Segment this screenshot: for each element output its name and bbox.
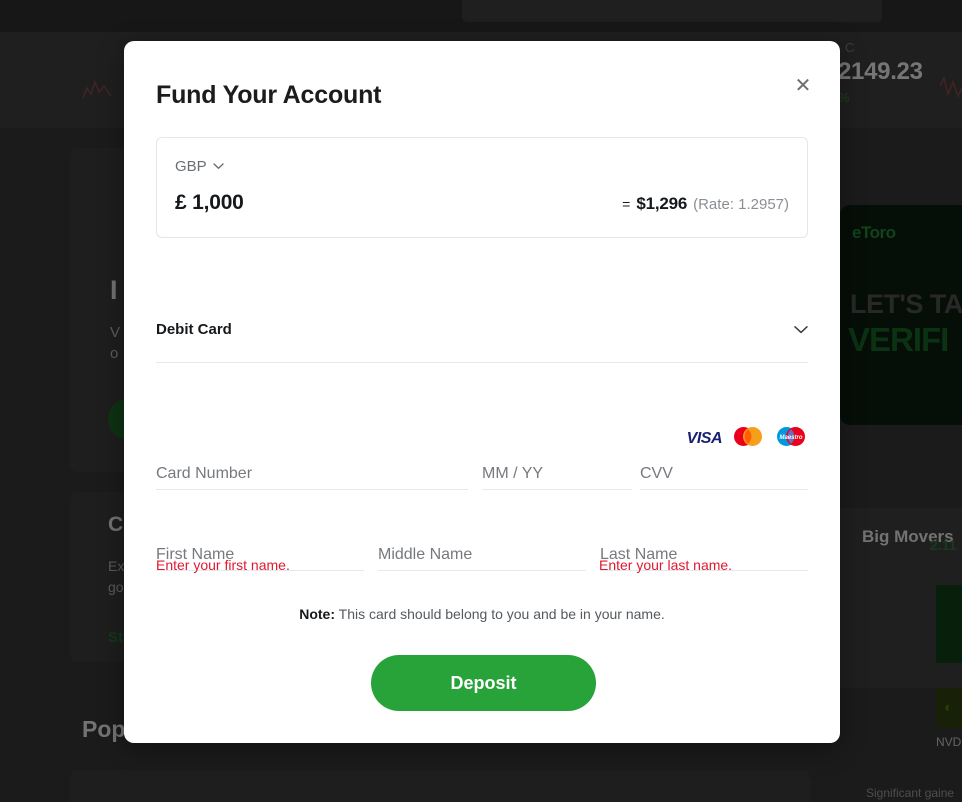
mastercard-icon <box>731 426 765 452</box>
card-number-field[interactable] <box>156 465 468 490</box>
first-name-error: Enter your first name. <box>156 557 290 573</box>
note-text: This card should belong to you and be in… <box>338 606 665 622</box>
equals-sign: = <box>622 196 631 212</box>
last-name-error: Enter your last name. <box>599 557 733 573</box>
conversion-group: = $1,296 (Rate: 1.2957) <box>622 194 789 214</box>
card-ownership-note: Note: This card should belong to you and… <box>124 606 840 622</box>
middle-name-field[interactable] <box>378 546 586 571</box>
modal-title: Fund Your Account <box>156 81 382 109</box>
currency-selector[interactable]: GBP <box>175 157 224 175</box>
deposit-button[interactable]: Deposit <box>371 655 596 711</box>
note-label: Note: <box>299 606 336 622</box>
amount-panel: GBP £ 1,000 = $1,296 (Rate: 1.2957) <box>156 137 808 238</box>
maestro-icon: Maestro <box>774 426 808 452</box>
chevron-down-icon <box>794 321 808 339</box>
cvv-field[interactable] <box>640 465 808 490</box>
accepted-card-brands: VISA Maestro <box>687 426 808 452</box>
chevron-down-icon <box>212 157 224 175</box>
converted-amount: $1,296 <box>636 194 688 213</box>
svg-text:Maestro: Maestro <box>779 435 802 441</box>
payment-method-label: Debit Card <box>156 321 232 338</box>
cvv-input[interactable] <box>640 465 808 483</box>
amount-row: £ 1,000 = $1,296 (Rate: 1.2957) <box>175 191 789 215</box>
fund-your-account-modal: Fund Your Account ✕ GBP £ 1,000 = $1,296… <box>124 41 840 743</box>
currency-code-label: GBP <box>175 157 207 175</box>
expiry-field[interactable] <box>482 465 632 490</box>
visa-icon: VISA <box>686 430 723 447</box>
middle-name-input[interactable] <box>378 546 586 564</box>
card-number-input[interactable] <box>156 465 468 483</box>
payment-method-select[interactable]: Debit Card <box>156 321 808 363</box>
expiry-input[interactable] <box>482 465 632 483</box>
amount-input-value[interactable]: £ 1,000 <box>175 191 244 215</box>
exchange-rate-label: (Rate: 1.2957) <box>693 196 789 213</box>
close-icon[interactable]: ✕ <box>789 72 817 100</box>
